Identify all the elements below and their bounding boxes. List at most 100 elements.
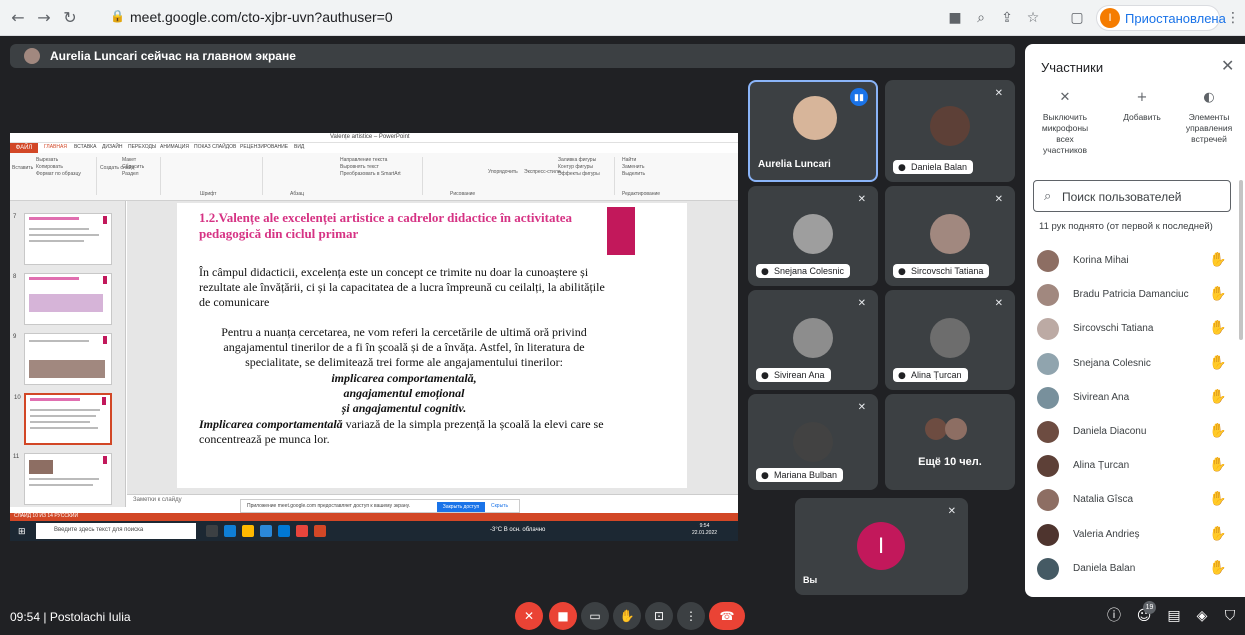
ribbon-label: Эффекты фигуры [558, 171, 600, 177]
more-participants-tile[interactable]: Ещё 10 чел. [885, 394, 1015, 490]
participant-tile[interactable]: ✕ ● Sivirean Ana [748, 290, 878, 390]
participant-name: Valeria Andrieș [1073, 528, 1140, 540]
stop-sharing-button[interactable]: Закрыть доступ [437, 502, 485, 512]
panel-scrollbar[interactable] [1239, 180, 1243, 340]
slide-title: 1.2.Valențe ale excelenței artistice a c… [199, 210, 573, 241]
participant-row[interactable]: Sivirean Ana ✋ [1025, 381, 1237, 415]
profile-button[interactable]: I Приостановлена [1096, 5, 1226, 31]
participant-name-badge: ● Snejana Colesnic [756, 264, 851, 278]
self-name: Вы [803, 575, 818, 585]
back-icon[interactable]: ← [8, 8, 28, 28]
ribbon-separator [614, 157, 615, 195]
slide-thumbnail[interactable]: 8 [13, 273, 112, 325]
participant-row[interactable]: Snejana Colesnic ✋ [1025, 347, 1237, 381]
participant-tile[interactable]: ✕ ● Sircovschi Tatiana [885, 186, 1015, 286]
participants-panel: Участники ✕ ✕ Выключить микрофоны всех у… [1025, 44, 1245, 597]
more-options-button[interactable]: ⋮ [677, 602, 705, 630]
participant-tile[interactable]: ▮▮ Aurelia Luncari [748, 80, 878, 182]
thumb-accent [103, 336, 107, 344]
thumb-accent [103, 216, 107, 224]
ppt-tab: ДИЗАЙН [102, 144, 123, 150]
info-icon[interactable]: ⓘ [1104, 606, 1124, 626]
participant-avatar [1037, 318, 1059, 341]
raised-hand-icon[interactable]: ✋ [1209, 286, 1226, 302]
participant-row[interactable]: Daniela Balan ✋ [1025, 552, 1237, 586]
shared-screen: Valențe artistice – PowerPoint ФАЙЛ ГЛАВ… [10, 133, 738, 541]
mute-all-button[interactable]: ✕ Выключить микрофоны всех участников [1035, 91, 1095, 156]
participant-row[interactable]: Sircovschi Tatiana ✋ [1025, 312, 1237, 346]
slide-thumbnail-active[interactable]: 10 [14, 393, 112, 445]
participant-row[interactable]: Alina Țurcan ✋ [1025, 449, 1237, 483]
participant-tile[interactable]: ✕ ● Alina Țurcan [885, 290, 1015, 390]
search-input[interactable] [1062, 189, 1222, 205]
search-people-field[interactable]: ⌕ [1033, 180, 1231, 212]
captions-button[interactable]: ▭ [581, 602, 609, 630]
participant-row[interactable]: Valeria Andrieș ✋ [1025, 518, 1237, 552]
reload-icon[interactable]: ↻ [60, 8, 80, 28]
chat-icon[interactable]: ▤ [1164, 606, 1184, 626]
forward-icon[interactable]: → [34, 8, 54, 28]
sidebar-icon[interactable]: ▢ [1068, 9, 1086, 27]
raised-hand-icon[interactable]: ✋ [1209, 252, 1226, 268]
participant-avatar [1037, 421, 1059, 443]
participant-row[interactable]: Daniela Diaconu ✋ [1025, 415, 1237, 449]
windows-start-icon: ⊞ [18, 526, 26, 536]
star-icon[interactable]: ☆ [1024, 9, 1042, 27]
raised-hand-icon[interactable]: ✋ [1209, 491, 1226, 507]
ppt-status-bar: СЛАЙД 10 ИЗ 14 РУССКИЙ [10, 513, 738, 521]
participant-avatar [1037, 284, 1059, 307]
slide-thumbnail[interactable]: 9 [13, 333, 112, 385]
raised-hand-icon[interactable]: ✋ [1209, 355, 1226, 371]
ribbon-label: Упорядочить [488, 169, 518, 175]
ribbon-label: Заливка фигуры [558, 157, 597, 163]
camera-icon[interactable]: ■ [946, 9, 964, 27]
slide-thumbnail[interactable]: 7 [13, 213, 112, 265]
meeting-time: 09:54 [10, 610, 41, 624]
ribbon-separator [160, 157, 161, 195]
add-people-button[interactable]: + Добавить [1117, 91, 1167, 123]
participant-row[interactable]: Natalia Gîsca ✋ [1025, 483, 1237, 517]
participant-row[interactable]: Korina Mihai ✋ [1025, 244, 1237, 278]
raised-hand-icon[interactable]: ✋ [1209, 560, 1226, 576]
address-bar[interactable]: 🔒 meet.google.com/cto-xjbr-uvn?authuser=… [108, 5, 938, 31]
zoom-icon[interactable]: ⌕ [972, 9, 990, 27]
share-icon[interactable]: ⇪ [998, 9, 1016, 27]
participant-row[interactable]: Bradu Patricia Damanciuc ✋ [1025, 278, 1237, 312]
raise-hand-button[interactable]: ✋ [613, 602, 641, 630]
host-controls-icon[interactable]: ⛉ [1220, 606, 1240, 626]
raised-hand-icon[interactable]: ✋ [1209, 389, 1226, 405]
thumb-title-line [29, 277, 79, 280]
slide-paragraph: Pentru a nuanța cercetarea, ne vom refer… [221, 325, 587, 369]
mute-all-label: Выключить микрофоны всех участников [1041, 112, 1089, 155]
end-call-button[interactable]: ☎ [709, 602, 745, 630]
mic-toggle-button[interactable]: ✕ [515, 602, 543, 630]
mic-off-icon: ✕ [994, 194, 1003, 205]
mail-icon [278, 525, 290, 537]
raised-hands-header: 11 рук поднято (от первой к последней) [1039, 221, 1213, 232]
raised-hand-icon[interactable]: ✋ [1209, 320, 1226, 336]
menu-icon[interactable]: ⋮ [1224, 9, 1242, 27]
edge-icon [224, 525, 236, 537]
screen-share-bar: Приложение meet.google.com предоставляет… [240, 499, 520, 513]
ppt-title: Valențe artistice – PowerPoint [330, 134, 410, 140]
raised-hand-icon[interactable]: ✋ [1209, 423, 1226, 439]
participant-tile[interactable]: ✕ ● Daniela Balan [885, 80, 1015, 182]
raised-hand-icon[interactable]: ✋ [1209, 526, 1226, 542]
self-tile[interactable]: I ✕ Вы [795, 498, 968, 595]
present-button[interactable]: ⊡ [645, 602, 673, 630]
hide-share-bar-link[interactable]: Скрыть [491, 503, 508, 509]
close-icon[interactable]: ✕ [1221, 56, 1234, 76]
thumb-accent [103, 276, 107, 284]
participant-avatar [1037, 455, 1059, 478]
ribbon-label: Сбросить [122, 164, 145, 170]
raised-hand-icon[interactable]: ✋ [1209, 457, 1226, 473]
participant-tile[interactable]: ✕ ● Mariana Bulban [748, 394, 878, 490]
participant-tile[interactable]: ✕ ● Snejana Colesnic [748, 186, 878, 286]
thumb-title-line [29, 217, 79, 220]
activities-icon[interactable]: ◈ [1192, 606, 1212, 626]
participant-name: Daniela Diaconu [1073, 426, 1147, 437]
toggle-icon: ◐ [1203, 90, 1215, 105]
slide-thumbnail[interactable]: 11 [13, 453, 112, 505]
camera-toggle-button[interactable]: ■ [549, 602, 577, 630]
host-controls-button[interactable]: ◐ Элементы управления встречей [1175, 90, 1243, 145]
